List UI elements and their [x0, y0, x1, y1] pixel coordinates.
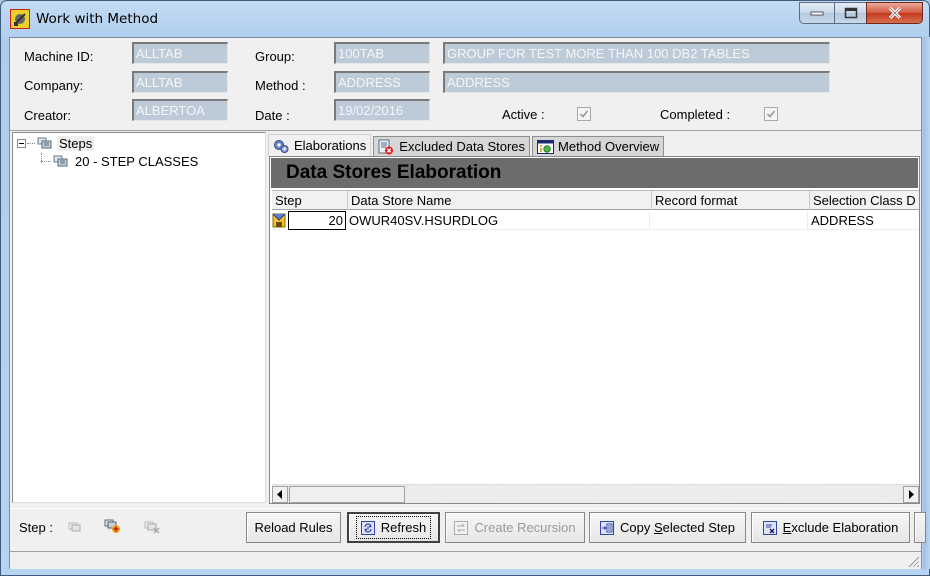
machine-id-field[interactable]: ALLTAB — [132, 42, 228, 64]
window: Work with Method Machine ID: ALLTAB Comp… — [0, 0, 930, 576]
gears-icon — [273, 138, 289, 154]
method-label: Method : — [255, 78, 306, 93]
tree-connector — [41, 160, 51, 162]
creator-label: Creator: — [24, 108, 71, 123]
step-cell-editor[interactable]: 20 — [288, 211, 346, 230]
step-label: Step : — [19, 520, 53, 535]
exclude-elaboration-button[interactable]: Exclude Elaboration — [751, 512, 910, 543]
footer-toolbar: Step : Reload Rules Refresh Create Recur… — [10, 508, 926, 546]
record-format-cell — [650, 211, 808, 230]
excluded-doc-icon — [378, 139, 394, 155]
date-label: Date : — [255, 108, 290, 123]
data-stores-grid[interactable]: Step Data Store Name Record format Selec… — [272, 190, 919, 483]
tree-node-step[interactable]: 20 - STEP CLASSES — [41, 152, 200, 170]
company-field[interactable]: ALLTAB — [132, 71, 228, 93]
focus-rect: Refresh — [355, 516, 432, 539]
column-header-step[interactable]: Step — [272, 191, 348, 210]
tab-label: Excluded Data Stores — [399, 139, 526, 154]
minimize-icon — [810, 11, 824, 16]
machine-id-label: Machine ID: — [24, 49, 94, 64]
selection-class-cell: ADDRESS — [808, 211, 919, 230]
checkmark-icon — [766, 110, 776, 118]
grid-header: Step Data Store Name Record format Selec… — [272, 191, 919, 210]
tab-method-overview[interactable]: Method Overview — [532, 136, 665, 156]
scroll-thumb[interactable] — [289, 486, 405, 503]
resize-grip[interactable] — [908, 556, 919, 567]
scroll-left-button[interactable] — [272, 486, 288, 503]
create-recursion-button[interactable]: Create Recursion — [445, 512, 585, 543]
client-area: Machine ID: ALLTAB Company: ALLTAB Creat… — [9, 37, 926, 569]
step-delete-icon[interactable] — [144, 520, 160, 534]
company-label: Company: — [24, 78, 84, 93]
tab-label: Elaborations — [294, 138, 367, 153]
copy-step-icon — [600, 520, 615, 535]
overview-window-icon — [537, 139, 555, 155]
method-header: Machine ID: ALLTAB Company: ALLTAB Creat… — [10, 38, 921, 131]
reload-rules-button[interactable]: Reload Rules — [246, 512, 341, 543]
arrow-right-icon — [909, 490, 914, 499]
overflow-button[interactable] — [914, 512, 926, 543]
scroll-right-button[interactable] — [903, 486, 919, 503]
button-label: Copy Selected Step — [620, 520, 735, 535]
tab-excluded-data-stores[interactable]: Excluded Data Stores — [373, 136, 531, 156]
refresh-icon — [360, 520, 375, 535]
close-button[interactable] — [866, 2, 923, 24]
collapse-icon[interactable] — [17, 138, 26, 148]
data-store-name-cell: OWUR40SV.HSURDLOG — [346, 211, 650, 230]
active-checkbox[interactable] — [577, 107, 591, 121]
arrow-left-icon — [277, 490, 282, 499]
step-add-icon[interactable] — [104, 518, 120, 533]
window-border — [923, 37, 930, 569]
status-bar — [10, 551, 921, 569]
completed-label: Completed : — [660, 107, 731, 122]
tree-node-label: 20 - STEP CLASSES — [75, 153, 199, 169]
checkmark-icon — [579, 110, 589, 118]
scroll-track[interactable] — [406, 486, 902, 503]
column-header-selection-class[interactable]: Selection Class D — [810, 191, 919, 210]
window-title: Work with Method — [36, 11, 159, 27]
button-label: Exclude Elaboration — [782, 520, 899, 535]
panel-title: Data Stores Elaboration — [271, 158, 918, 188]
creator-field[interactable]: ALBERTOA — [132, 99, 228, 121]
tab-elaborations[interactable]: Elaborations — [268, 134, 372, 156]
tree-connector — [27, 142, 35, 144]
recursion-icon — [454, 520, 469, 535]
tab-bar: Elaborations Excluded Data Stores Method… — [268, 134, 666, 156]
group-description-field[interactable]: GROUP FOR TEST MORE THAN 100 DB2 TABLES — [443, 42, 830, 64]
tab-label: Method Overview — [558, 139, 660, 154]
group-field[interactable]: 100TAB — [334, 42, 430, 64]
horizontal-scrollbar[interactable] — [272, 484, 919, 503]
column-header-data-store-name[interactable]: Data Store Name — [348, 191, 652, 210]
button-label: Reload Rules — [254, 520, 333, 535]
step-view-icon[interactable] — [68, 520, 84, 534]
button-label: Refresh — [380, 520, 427, 535]
completed-checkbox[interactable] — [764, 107, 778, 121]
table-row[interactable]: 20 OWUR40SV.HSURDLOG ADDRESS — [272, 211, 919, 230]
title-bar[interactable]: Work with Method — [1, 1, 929, 37]
elaborations-panel: Data Stores Elaboration Step Data Store … — [269, 156, 920, 504]
method-description-field[interactable]: ADDRESS — [443, 71, 830, 93]
method-field[interactable]: ADDRESS — [334, 71, 430, 93]
minimize-button[interactable] — [799, 2, 834, 24]
active-label: Active : — [502, 107, 545, 122]
copy-selected-step-button[interactable]: Copy Selected Step — [589, 512, 746, 543]
window-controls — [799, 2, 923, 25]
group-label: Group: — [255, 49, 295, 64]
close-icon — [888, 6, 901, 20]
date-field[interactable]: 19/02/2016 — [334, 99, 430, 121]
column-header-record-format[interactable]: Record format — [652, 191, 810, 210]
exclude-icon — [762, 520, 777, 535]
tree-node-label: Steps — [57, 135, 95, 151]
edit-row-icon — [272, 211, 288, 229]
tree-node-steps[interactable]: Steps — [17, 134, 95, 152]
button-label: Create Recursion — [474, 520, 576, 535]
maximize-button[interactable] — [834, 2, 866, 24]
steps-tree[interactable]: Steps 20 - STEP CLASSES — [12, 132, 266, 503]
step-icon — [53, 154, 69, 168]
steps-icon — [37, 136, 53, 150]
refresh-button[interactable]: Refresh — [347, 512, 440, 543]
app-icon — [10, 9, 30, 29]
maximize-icon — [844, 7, 857, 19]
